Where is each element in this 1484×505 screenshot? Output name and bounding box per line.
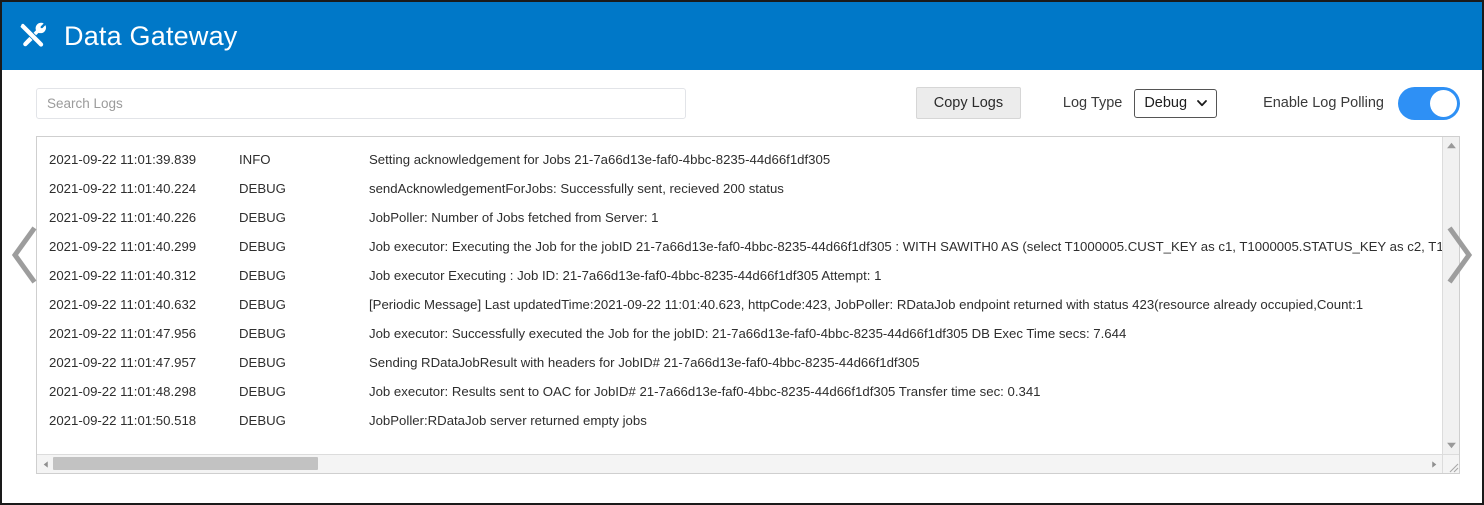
- triangle-down-icon[interactable]: [1446, 440, 1457, 451]
- page-title: Data Gateway: [64, 20, 238, 51]
- log-timestamp: 2021-09-22 11:01:40.312: [49, 268, 197, 283]
- chevron-left-icon: [11, 226, 37, 284]
- log-level: DEBUG: [239, 355, 286, 370]
- log-body: 2021-09-22 11:01:39.839 INFO Setting ackno…: [37, 137, 1459, 454]
- triangle-right-icon: [1431, 460, 1436, 468]
- next-page-button[interactable]: [1442, 224, 1476, 286]
- log-level: DEBUG: [239, 210, 286, 225]
- toggle-knob: [1430, 89, 1457, 117]
- log-level: DEBUG: [239, 384, 286, 399]
- table-row: 2021-09-22 11:01:40.299 DEBUG Job executor…: [37, 232, 1442, 261]
- log-type-select[interactable]: Debug: [1134, 88, 1218, 118]
- log-message: Sending RDataJobResult with headers for …: [369, 355, 920, 370]
- enable-log-polling-toggle[interactable]: [1398, 86, 1460, 120]
- log-level: INFO: [239, 152, 271, 167]
- vertical-scrollbar[interactable]: [1442, 137, 1459, 454]
- log-type-label: Log Type: [1062, 95, 1123, 111]
- log-timestamp: 2021-09-22 11:01:48.298: [49, 384, 197, 399]
- log-timestamp: 2021-09-22 11:01:40.224: [49, 181, 197, 196]
- table-row: 2021-09-22 11:01:39.839 INFO Setting ackno…: [37, 145, 1442, 174]
- table-row: 2021-09-22 11:01:40.632 DEBUG [Periodic Me…: [37, 290, 1442, 319]
- log-panel: 2021-09-22 11:01:39.839 INFO Setting ackno…: [36, 136, 1460, 474]
- table-row: 2021-09-22 11:01:47.956 DEBUG Job executor…: [37, 319, 1442, 348]
- copy-logs-button[interactable]: Copy Logs: [915, 87, 1021, 119]
- table-row: 2021-09-22 11:01:40.224 DEBUG sendAcknowle…: [37, 174, 1442, 203]
- log-message: JobPoller: Number of Jobs fetched from S…: [369, 210, 659, 225]
- scroll-right-button[interactable]: [1426, 460, 1442, 469]
- log-level: DEBUG: [239, 239, 286, 254]
- log-message: sendAcknowledgementForJobs: Successfully…: [369, 181, 784, 196]
- previous-page-button[interactable]: [8, 224, 42, 286]
- triangle-left-icon: [43, 460, 48, 468]
- log-type-value: Debug: [1144, 95, 1188, 111]
- log-message: Job executor Executing : Job ID: 21-7a66…: [369, 268, 882, 283]
- log-timestamp: 2021-09-22 11:01:47.956: [49, 326, 197, 341]
- search-input[interactable]: [36, 87, 686, 119]
- chevron-right-icon: [1447, 226, 1473, 284]
- table-row: 2021-09-22 11:01:48.298 DEBUG Job executor…: [37, 377, 1442, 406]
- log-message: JobPoller:RDataJob server returned empty…: [369, 413, 647, 428]
- log-message: Job executor: Results sent to OAC for Jo…: [369, 384, 1041, 399]
- log-timestamp: 2021-09-22 11:01:40.632: [49, 297, 197, 312]
- table-row: 2021-09-22 11:01:47.957 DEBUG Sending RDat…: [37, 348, 1442, 377]
- log-message: Job executor: Successfully executed the …: [369, 326, 1127, 341]
- log-level: DEBUG: [239, 181, 286, 196]
- log-message: Job executor: Executing the Job for the …: [369, 239, 1442, 254]
- triangle-up-icon[interactable]: [1446, 140, 1457, 151]
- resize-grip-icon: [1449, 463, 1459, 473]
- log-level: DEBUG: [239, 268, 286, 283]
- chevron-down-icon: [1197, 100, 1207, 107]
- resize-grip[interactable]: [1442, 455, 1459, 473]
- enable-log-polling-label: Enable Log Polling: [1263, 95, 1384, 111]
- log-message: [Periodic Message] Last updatedTime:2021…: [369, 297, 1364, 312]
- log-list: 2021-09-22 11:01:39.839 INFO Setting ackno…: [37, 137, 1442, 454]
- log-level: DEBUG: [239, 297, 286, 312]
- log-message: Setting acknowledgement for Jobs 21-7a66…: [369, 152, 831, 167]
- log-level: DEBUG: [239, 413, 286, 428]
- log-level: DEBUG: [239, 326, 286, 341]
- table-row: 2021-09-22 11:01:40.226 DEBUG JobPoller: N…: [37, 203, 1442, 232]
- horizontal-scroll-thumb[interactable]: [53, 457, 318, 470]
- app-header: Data Gateway: [2, 2, 1482, 70]
- tools-icon: [20, 22, 47, 47]
- table-row: 2021-09-22 11:01:50.518 DEBUG JobPoller:RD…: [37, 406, 1442, 435]
- log-timestamp: 2021-09-22 11:01:47.957: [49, 355, 197, 370]
- app-window: Data Gateway Copy Logs Log Type Debug En…: [0, 0, 1484, 505]
- horizontal-scroll-track[interactable]: [53, 455, 1426, 473]
- scroll-left-button[interactable]: [37, 460, 53, 469]
- log-timestamp: 2021-09-22 11:01:39.839: [49, 152, 197, 167]
- table-row: 2021-09-22 11:01:40.312 DEBUG Job executor…: [37, 261, 1442, 290]
- toolbar: Copy Logs Log Type Debug Enable Log Poll…: [2, 70, 1482, 136]
- log-timestamp: 2021-09-22 11:01:40.299: [49, 239, 197, 254]
- horizontal-scrollbar[interactable]: [37, 454, 1459, 473]
- log-timestamp: 2021-09-22 11:01:50.518: [49, 413, 197, 428]
- log-timestamp: 2021-09-22 11:01:40.226: [49, 210, 197, 225]
